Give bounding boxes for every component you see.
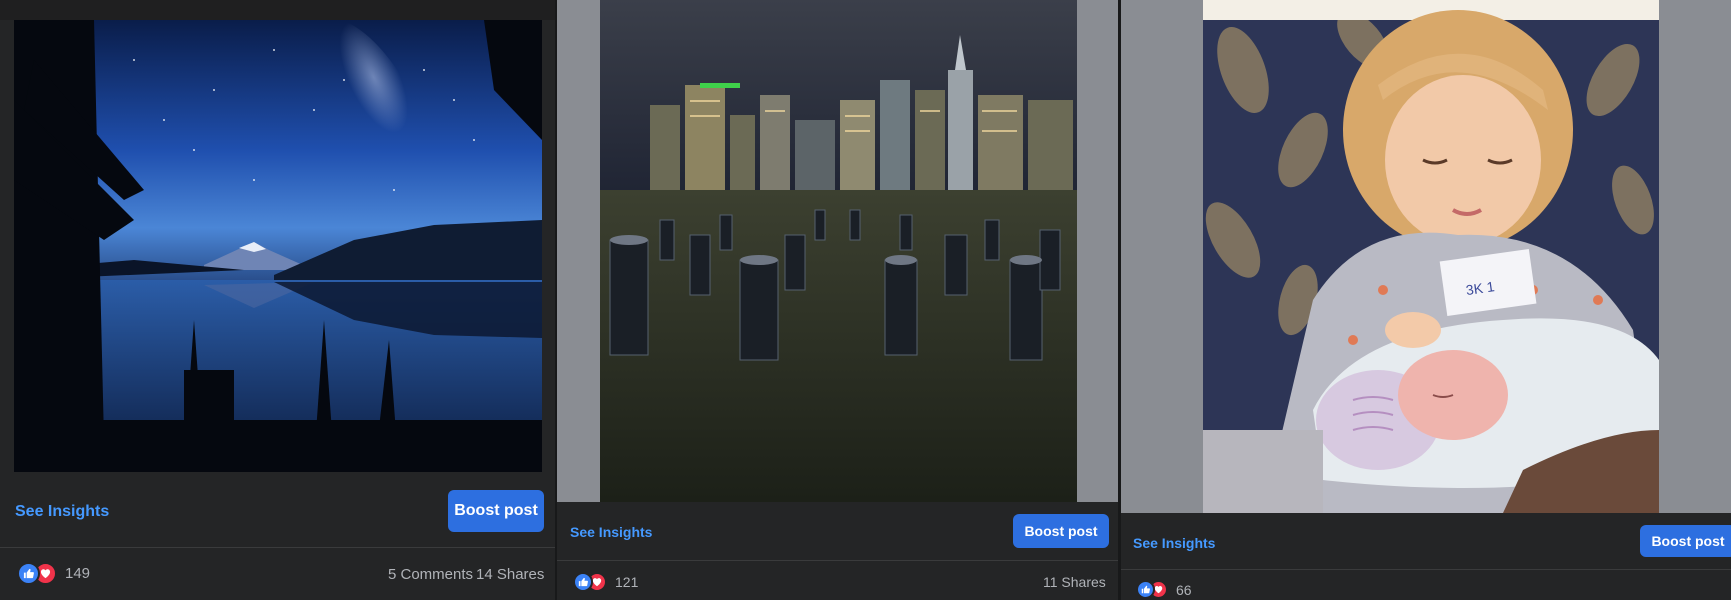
shares-count[interactable]: 14 Shares xyxy=(476,566,544,583)
shares-count[interactable]: 11 Shares xyxy=(1043,574,1106,590)
see-insights-link[interactable]: See Insights xyxy=(15,503,109,521)
boost-post-button[interactable]: Boost post xyxy=(448,490,544,532)
post-footer-3: See Insights Boost post 66 xyxy=(1121,513,1731,600)
thumbs-up-icon xyxy=(17,562,40,585)
post-header-strip xyxy=(0,0,555,20)
post-photo-children[interactable]: 3K 1 xyxy=(1203,0,1659,513)
post-photo-skyline[interactable] xyxy=(600,0,1077,502)
lake-night-image xyxy=(14,20,542,472)
photo-matte-left xyxy=(1121,0,1203,513)
footer-divider xyxy=(557,560,1118,561)
reactions-summary[interactable]: 66 xyxy=(1136,580,1192,599)
reaction-count: 66 xyxy=(1176,581,1192,598)
post-footer-2: See Insights Boost post 121 11 Shares xyxy=(557,502,1118,600)
boost-post-button[interactable]: Boost post xyxy=(1013,514,1109,548)
post-card-3: 3K 1 See Insights Boost post 66 xyxy=(1121,0,1731,600)
child-newborn-image: 3K 1 xyxy=(1203,0,1659,513)
footer-divider xyxy=(0,547,555,548)
reactions-summary[interactable]: 149 xyxy=(17,562,90,585)
thumbs-up-icon xyxy=(573,572,593,592)
post-footer-1: See Insights Boost post 149 5 Comments 1… xyxy=(0,472,555,600)
post-card-2: See Insights Boost post 121 11 Shares xyxy=(557,0,1118,600)
post-photo-lake[interactable] xyxy=(14,20,542,472)
reactions-summary[interactable]: 121 xyxy=(573,572,638,592)
comments-count[interactable]: 5 Comments xyxy=(388,566,473,583)
photo-matte-right xyxy=(1077,0,1118,502)
reaction-count: 121 xyxy=(615,574,639,590)
boost-post-button[interactable]: Boost post xyxy=(1640,525,1731,557)
footer-divider xyxy=(1121,569,1731,570)
post-card-1: See Insights Boost post 149 5 Comments 1… xyxy=(0,0,555,600)
photo-matte-left xyxy=(557,0,600,502)
photo-matte-right xyxy=(1659,0,1731,513)
thumbs-up-icon xyxy=(1136,580,1155,599)
reaction-count: 149 xyxy=(65,565,91,582)
skyline-pier-image xyxy=(600,0,1077,502)
see-insights-link[interactable]: See Insights xyxy=(1133,535,1215,551)
see-insights-link[interactable]: See Insights xyxy=(570,524,652,540)
